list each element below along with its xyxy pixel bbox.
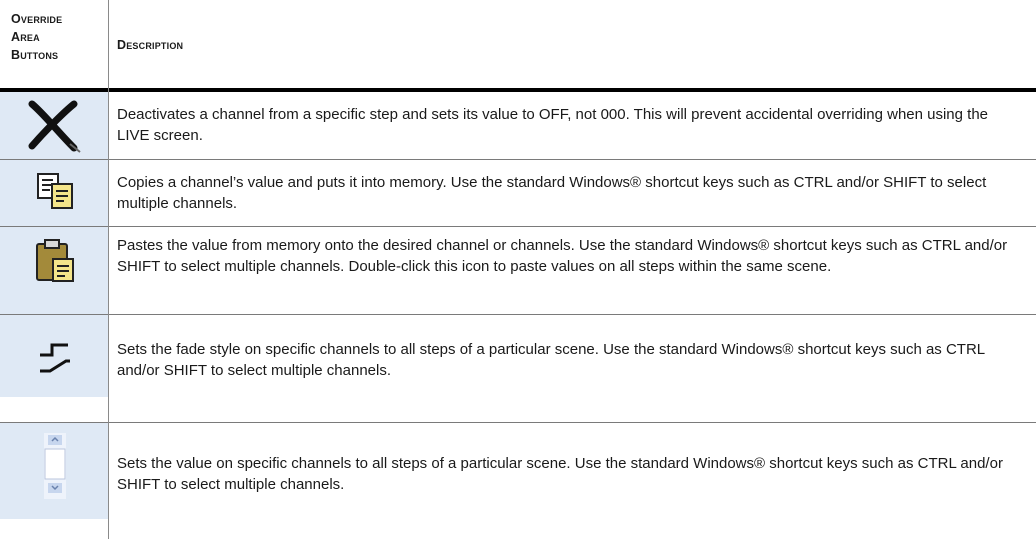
row-description: Sets the value on specific channels to a… (117, 455, 1003, 493)
icon-cell (0, 227, 108, 314)
icon-cell (0, 423, 108, 519)
paste-icon (36, 239, 74, 282)
table-row: Sets the value on specific channels to a… (0, 423, 1036, 539)
row-description: Pastes the value from memory onto the de… (117, 237, 1008, 275)
row-description: Copies a channel’s value and puts it int… (117, 174, 987, 212)
header-line: Buttons (11, 48, 59, 62)
copy-icon (37, 173, 73, 209)
column-divider (108, 0, 109, 539)
table-header: Override Area Buttons Description (0, 0, 1036, 88)
header-line: Area (11, 30, 40, 44)
row-description: Deactivates a channel from a specific st… (117, 106, 989, 144)
icon-cell (0, 92, 108, 159)
table-row: Pastes the value from memory onto the de… (0, 227, 1036, 315)
table-row: Deactivates a channel from a specific st… (0, 92, 1036, 160)
set-value-icon (44, 433, 66, 499)
table-row: Sets the fade style on specific channels… (0, 315, 1036, 423)
table-row: Copies a channel’s value and puts it int… (0, 160, 1036, 227)
fade-style-icon (40, 343, 70, 373)
icon-cell (0, 160, 108, 226)
header-line: Override (11, 12, 63, 26)
column-header-description: Description (117, 38, 184, 52)
row-description: Sets the fade style on specific channels… (117, 341, 985, 379)
icon-cell (0, 315, 108, 397)
column-header-override-area-buttons: Override Area Buttons (11, 10, 106, 64)
deactivate-x-icon (28, 100, 81, 153)
